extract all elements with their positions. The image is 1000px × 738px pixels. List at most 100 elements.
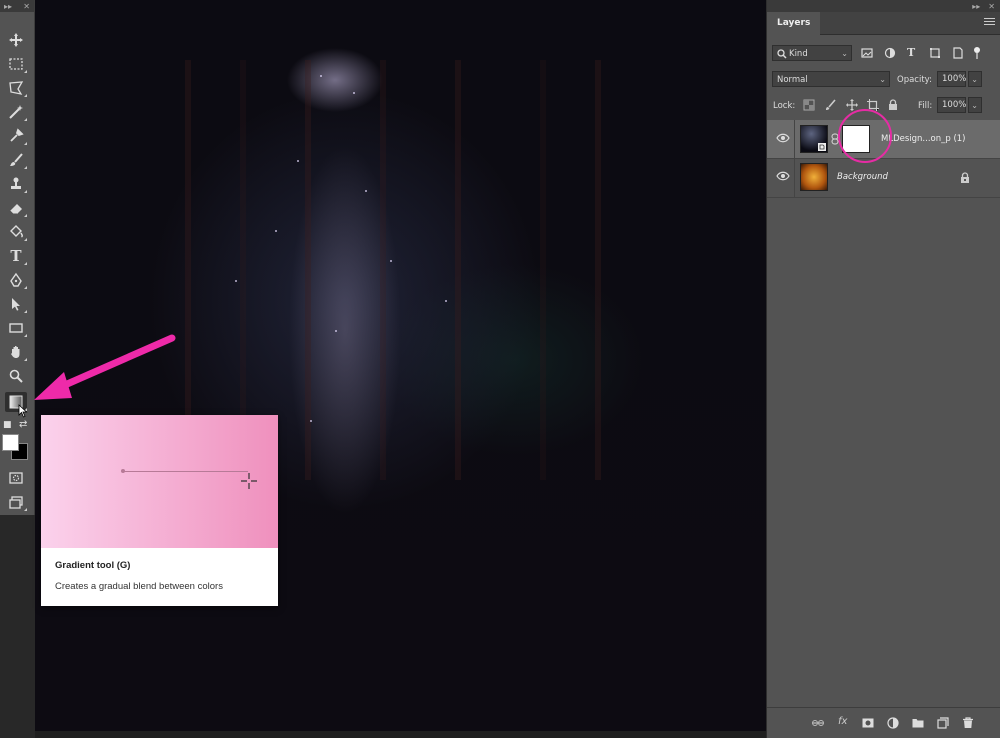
fill-slider-toggle[interactable]: ⌄ [968,97,982,113]
paint-bucket-icon [10,225,24,238]
filter-toggle[interactable] [974,47,980,59]
polygonal-lasso-icon [9,81,24,95]
close-icon[interactable]: ✕ [23,2,30,11]
sparkle [353,92,355,94]
mouse-cursor-icon [18,403,30,418]
fill-label: Fill: [918,101,933,111]
opacity-slider-toggle[interactable]: ⌄ [968,71,982,87]
new-layer-icon[interactable] [937,717,949,729]
brush-tool[interactable] [5,150,27,170]
smart-object-filter-icon[interactable] [952,47,964,59]
default-colors-icon[interactable]: ■ [3,420,12,430]
rectangle-icon [9,323,23,333]
hand-tool[interactable] [5,342,27,362]
shape-filter-icon[interactable] [929,47,941,59]
zoom-icon [9,369,23,383]
chevron-down-icon: ⌄ [971,75,978,84]
forest-tree-trunk [595,60,601,480]
eraser-icon [9,204,22,215]
adjustment-filter-icon[interactable] [884,47,896,59]
type-filter-icon[interactable]: T [907,46,915,59]
crosshair-icon [241,473,257,489]
forest-tree-trunk [305,60,311,480]
eraser-tool[interactable] [5,198,27,218]
fill-input[interactable]: 100% [937,97,966,113]
quick-mask-tool[interactable] [5,468,27,488]
adjustment-layer-icon[interactable] [887,717,899,729]
gradient-tool-tooltip: Gradient tool (G) Creates a gradual blen… [41,415,278,606]
sparkle [310,420,312,422]
blend-mode-dropdown[interactable]: Normal ⌄ [772,71,890,87]
hand-icon [11,346,20,358]
tooltip-preview [41,415,278,548]
tooltip-title: Gradient tool (G) [55,560,131,571]
marquee-tool[interactable] [5,54,27,74]
visibility-eye-icon[interactable] [776,171,790,181]
sparkle [275,230,277,232]
sparkle [445,300,447,302]
switch-colors-icon[interactable]: ⇄ [19,419,27,430]
layers-panel: ▸▸ ✕ Layers Kind ⌄ T Normal ⌄ Opacity: 1… [766,0,1000,738]
zoom-tool[interactable] [5,366,27,386]
paint-bucket-tool[interactable] [5,222,27,242]
layer-thumbnail[interactable] [800,125,828,153]
annotation-arrow [34,334,176,400]
add-mask-icon[interactable] [862,717,874,729]
fx-icon[interactable]: fx [838,716,847,727]
move-tool[interactable] [5,30,27,50]
opacity-input[interactable]: 100% [937,71,966,87]
panel-header: ▸▸ ✕ [767,0,1000,12]
type-tool[interactable]: T [5,246,27,266]
sparkle [320,75,322,77]
path-selection-icon [12,298,20,311]
pen-icon [10,272,22,287]
clone-stamp-icon [11,177,21,189]
lock-all-icon[interactable] [887,99,899,111]
filter-kind-dropdown[interactable]: Kind ⌄ [772,45,852,61]
type-icon: T [10,247,22,265]
rectangle-tool[interactable] [5,318,27,338]
panel-menu-icon[interactable] [984,18,995,27]
collapse-icon[interactable]: ▸▸ [4,2,12,11]
lasso-tool[interactable] [5,78,27,98]
pixel-filter-icon[interactable] [861,47,873,59]
layer-name[interactable]: Background [837,172,888,182]
sparkle [335,330,337,332]
sparkle [235,280,237,282]
collapse-icon[interactable]: ▸▸ [972,2,980,11]
annotation-circle [838,109,892,163]
close-icon[interactable]: ✕ [988,2,995,11]
visibility-eye-icon[interactable] [776,133,790,143]
clone-stamp-tool[interactable] [5,174,27,194]
layer-filter-row: Kind ⌄ T [767,43,1000,67]
chevron-down-icon: ⌄ [841,49,848,58]
search-icon [777,49,787,59]
screen-mode-tool[interactable] [5,492,27,512]
sparkle [297,160,299,162]
trash-icon[interactable] [962,717,974,729]
lock-image-pixels-icon[interactable] [825,99,837,111]
folder-icon[interactable] [912,717,924,729]
magic-wand-tool[interactable] [5,102,27,122]
chevron-down-icon: ⌄ [971,101,978,110]
layer-name[interactable]: MLDesign...on_p (1) [881,134,966,144]
pen-tool[interactable] [5,270,27,290]
rectangular-marquee-icon [9,58,23,70]
filter-kind-value: Kind [789,49,808,59]
layer-thumbnail[interactable] [800,163,828,191]
foreground-color-swatch[interactable] [2,434,19,451]
tools-panel: ▸▸ ✕ T ■ ⇄ [0,0,35,515]
link-layers-icon[interactable] [812,717,824,729]
move-icon [9,33,23,47]
sparkle [390,260,392,262]
eyedropper-icon [10,128,24,142]
panel-tab-bar: Layers [767,12,1000,35]
layer-row[interactable]: Background [767,158,1000,198]
chevron-down-icon: ⌄ [879,75,886,84]
blend-mode-row: Normal ⌄ Opacity: 100% ⌄ [767,69,1000,93]
sparkle [365,190,367,192]
eyedropper-tool[interactable] [5,126,27,146]
lock-transparent-pixels-icon[interactable] [803,99,815,111]
path-selection-tool[interactable] [5,294,27,314]
tab-layers[interactable]: Layers [767,12,821,35]
